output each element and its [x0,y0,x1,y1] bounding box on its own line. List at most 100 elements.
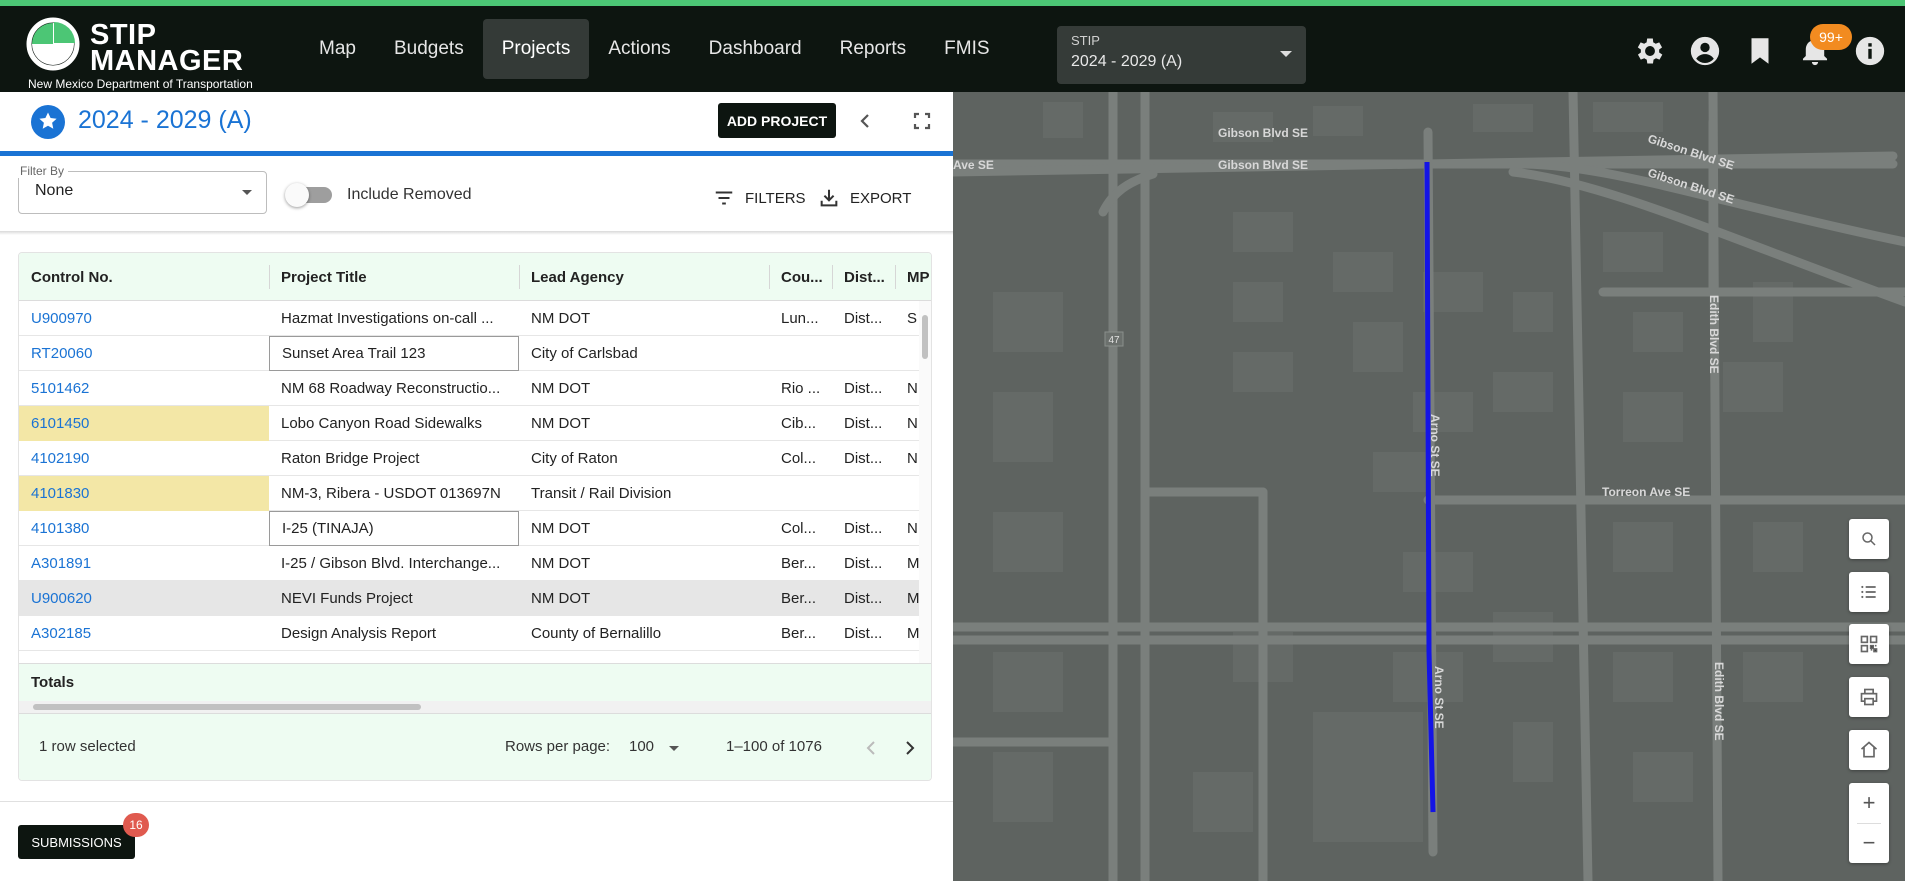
project-title-cell: NEVI Funds Project [281,590,413,607]
district-cell: Dist... [844,380,883,397]
lead-agency-cell: County of Bernalillo [531,625,662,642]
control-no-link[interactable]: A302213 [19,651,269,663]
district-cell [832,651,895,663]
table-row[interactable]: 4101830 NM-3, Ribera - USDOT 013697N Tra… [19,476,921,511]
map-print-button[interactable] [1849,677,1889,717]
chevron-down-icon [669,746,679,751]
bookmark-icon[interactable] [1743,34,1777,68]
toolbar-shadow [0,231,953,235]
scrollbar-thumb[interactable] [33,704,421,710]
nav-budgets[interactable]: Budgets [375,19,483,79]
map-view[interactable]: 47 Gibson Blvd SE Gibson Blvd SE Gibson … [953,92,1905,881]
rows-per-page-label: Rows per page: [505,738,611,755]
lead-agency-cell: NM DOT [531,555,591,572]
county-cell [769,336,832,371]
table-row[interactable]: A302185 Design Analysis Report County of… [19,616,921,651]
mpo-cell: N [907,415,918,432]
export-button[interactable]: EXPORT [818,186,911,210]
county-cell [769,476,832,511]
mpo-cell: N [907,520,918,537]
map-zoom-control: + − [1849,783,1889,863]
lead-agency-cell: NM DOT [519,651,769,663]
map-legend-button[interactable] [1849,572,1889,612]
control-no-link[interactable]: 4101830 [19,476,269,511]
control-no-link[interactable]: 6101450 [19,406,269,441]
control-no-link[interactable]: U900620 [19,581,269,616]
column-header-project-title[interactable]: Project Title [269,253,519,301]
panel-divider [0,801,953,802]
zoom-in-button[interactable]: + [1849,783,1889,823]
table-row[interactable]: A302213 DISTRICT 3 ON CALL PLANNIN... NM… [19,651,921,663]
county-cell: Ber... [781,590,817,607]
chevron-left-icon[interactable] [850,106,880,136]
filters-button[interactable]: FILTERS [713,186,806,210]
street-label-arno: Arno St SE [1432,666,1446,729]
include-removed-toggle[interactable] [285,183,332,207]
download-icon [820,189,838,207]
account-icon[interactable] [1688,34,1722,68]
county-cell: Lun... [781,310,819,327]
previous-page-icon[interactable] [859,736,883,760]
control-no-link[interactable]: U900970 [19,301,269,336]
county-cell [769,651,832,663]
control-no-link[interactable]: 5101462 [19,371,269,406]
add-project-button[interactable]: ADD PROJECT [718,103,836,138]
lead-agency-cell: NM DOT [531,590,591,607]
fullscreen-icon[interactable] [907,106,937,136]
table-row[interactable]: 4102190 Raton Bridge Project City of Rat… [19,441,921,476]
rows-per-page-select[interactable]: 100 [629,738,654,755]
nav-actions[interactable]: Actions [589,19,689,79]
table-row[interactable]: RT20060 Sunset Area Trail 123 City of Ca… [19,336,921,371]
mpo-cell [895,336,921,371]
control-no-link[interactable]: A302185 [19,616,269,651]
totals-row: Totals [19,663,931,701]
table-horizontal-scrollbar[interactable] [19,701,931,713]
star-icon[interactable] [31,105,65,139]
table-row[interactable]: 6101450 Lobo Canyon Road Sidewalks NM DO… [19,406,921,441]
logo-subtitle: New Mexico Department of Transportation [28,77,253,91]
control-no-link[interactable]: 4102190 [19,441,269,476]
gear-icon[interactable] [1633,34,1667,68]
export-label: EXPORT [850,189,912,207]
table-row[interactable]: 4101380 I-25 (TINAJA) NM DOT Col... Dist… [19,511,921,546]
table-row[interactable]: A301891 I-25 / Gibson Blvd. Interchange.… [19,546,921,581]
street-label-gibson: Gibson Blvd SE [1218,126,1308,140]
district-cell: Dist... [844,520,883,537]
info-icon[interactable] [1853,34,1887,68]
street-label-gibson: Gibson Blvd SE [1218,158,1308,172]
map-home-button[interactable] [1849,730,1889,770]
control-no-link[interactable]: 4101380 [19,511,269,546]
project-title-cell: NM-3, Ribera - USDOT 013697N [281,485,501,502]
lead-agency-cell: City of Raton [531,450,618,467]
nav-dashboard[interactable]: Dashboard [690,19,821,79]
submissions-button[interactable]: SUBMISSIONS [18,825,135,859]
next-page-icon[interactable] [898,736,922,760]
nav-fmis[interactable]: FMIS [925,19,1008,79]
nav-map[interactable]: Map [300,19,375,79]
table-row[interactable]: U900970 Hazmat Investigations on-call ..… [19,301,921,336]
control-no-link[interactable]: RT20060 [19,336,269,371]
app-logo[interactable]: STIP MANAGER New Mexico Department of Tr… [26,15,276,91]
stip-version-select[interactable]: STIP 2024 - 2029 (A) [1057,26,1306,84]
nav-reports[interactable]: Reports [821,19,926,79]
map-search-button[interactable] [1849,519,1889,559]
scrollbar-thumb[interactable] [922,315,928,359]
column-header-mpo[interactable]: MP [895,253,931,301]
table-row[interactable]: 5101462 NM 68 Roadway Reconstructio... N… [19,371,921,406]
map-canvas[interactable]: 47 Gibson Blvd SE Gibson Blvd SE Gibson … [953,92,1905,881]
control-no-link[interactable]: A301891 [19,546,269,581]
column-header-county[interactable]: Cou... [769,253,832,301]
toggle-knob [285,183,309,207]
nav-projects[interactable]: Projects [482,19,590,79]
column-header-district[interactable]: Dist... [832,253,895,301]
district-cell: Dist... [844,310,883,327]
street-label-arno: Arno St SE [1428,414,1442,477]
logo-text-manager: MANAGER [90,45,244,77]
project-title-cell: I-25 / Gibson Blvd. Interchange... [281,555,501,572]
zoom-out-button[interactable]: − [1849,823,1889,863]
table-vertical-scrollbar[interactable] [919,301,931,663]
column-header-lead-agency[interactable]: Lead Agency [519,253,769,301]
column-header-control-no[interactable]: Control No. [19,253,269,301]
table-row-selected[interactable]: U900620 NEVI Funds Project NM DOT Ber...… [19,581,921,616]
map-qr-button[interactable] [1849,624,1889,664]
